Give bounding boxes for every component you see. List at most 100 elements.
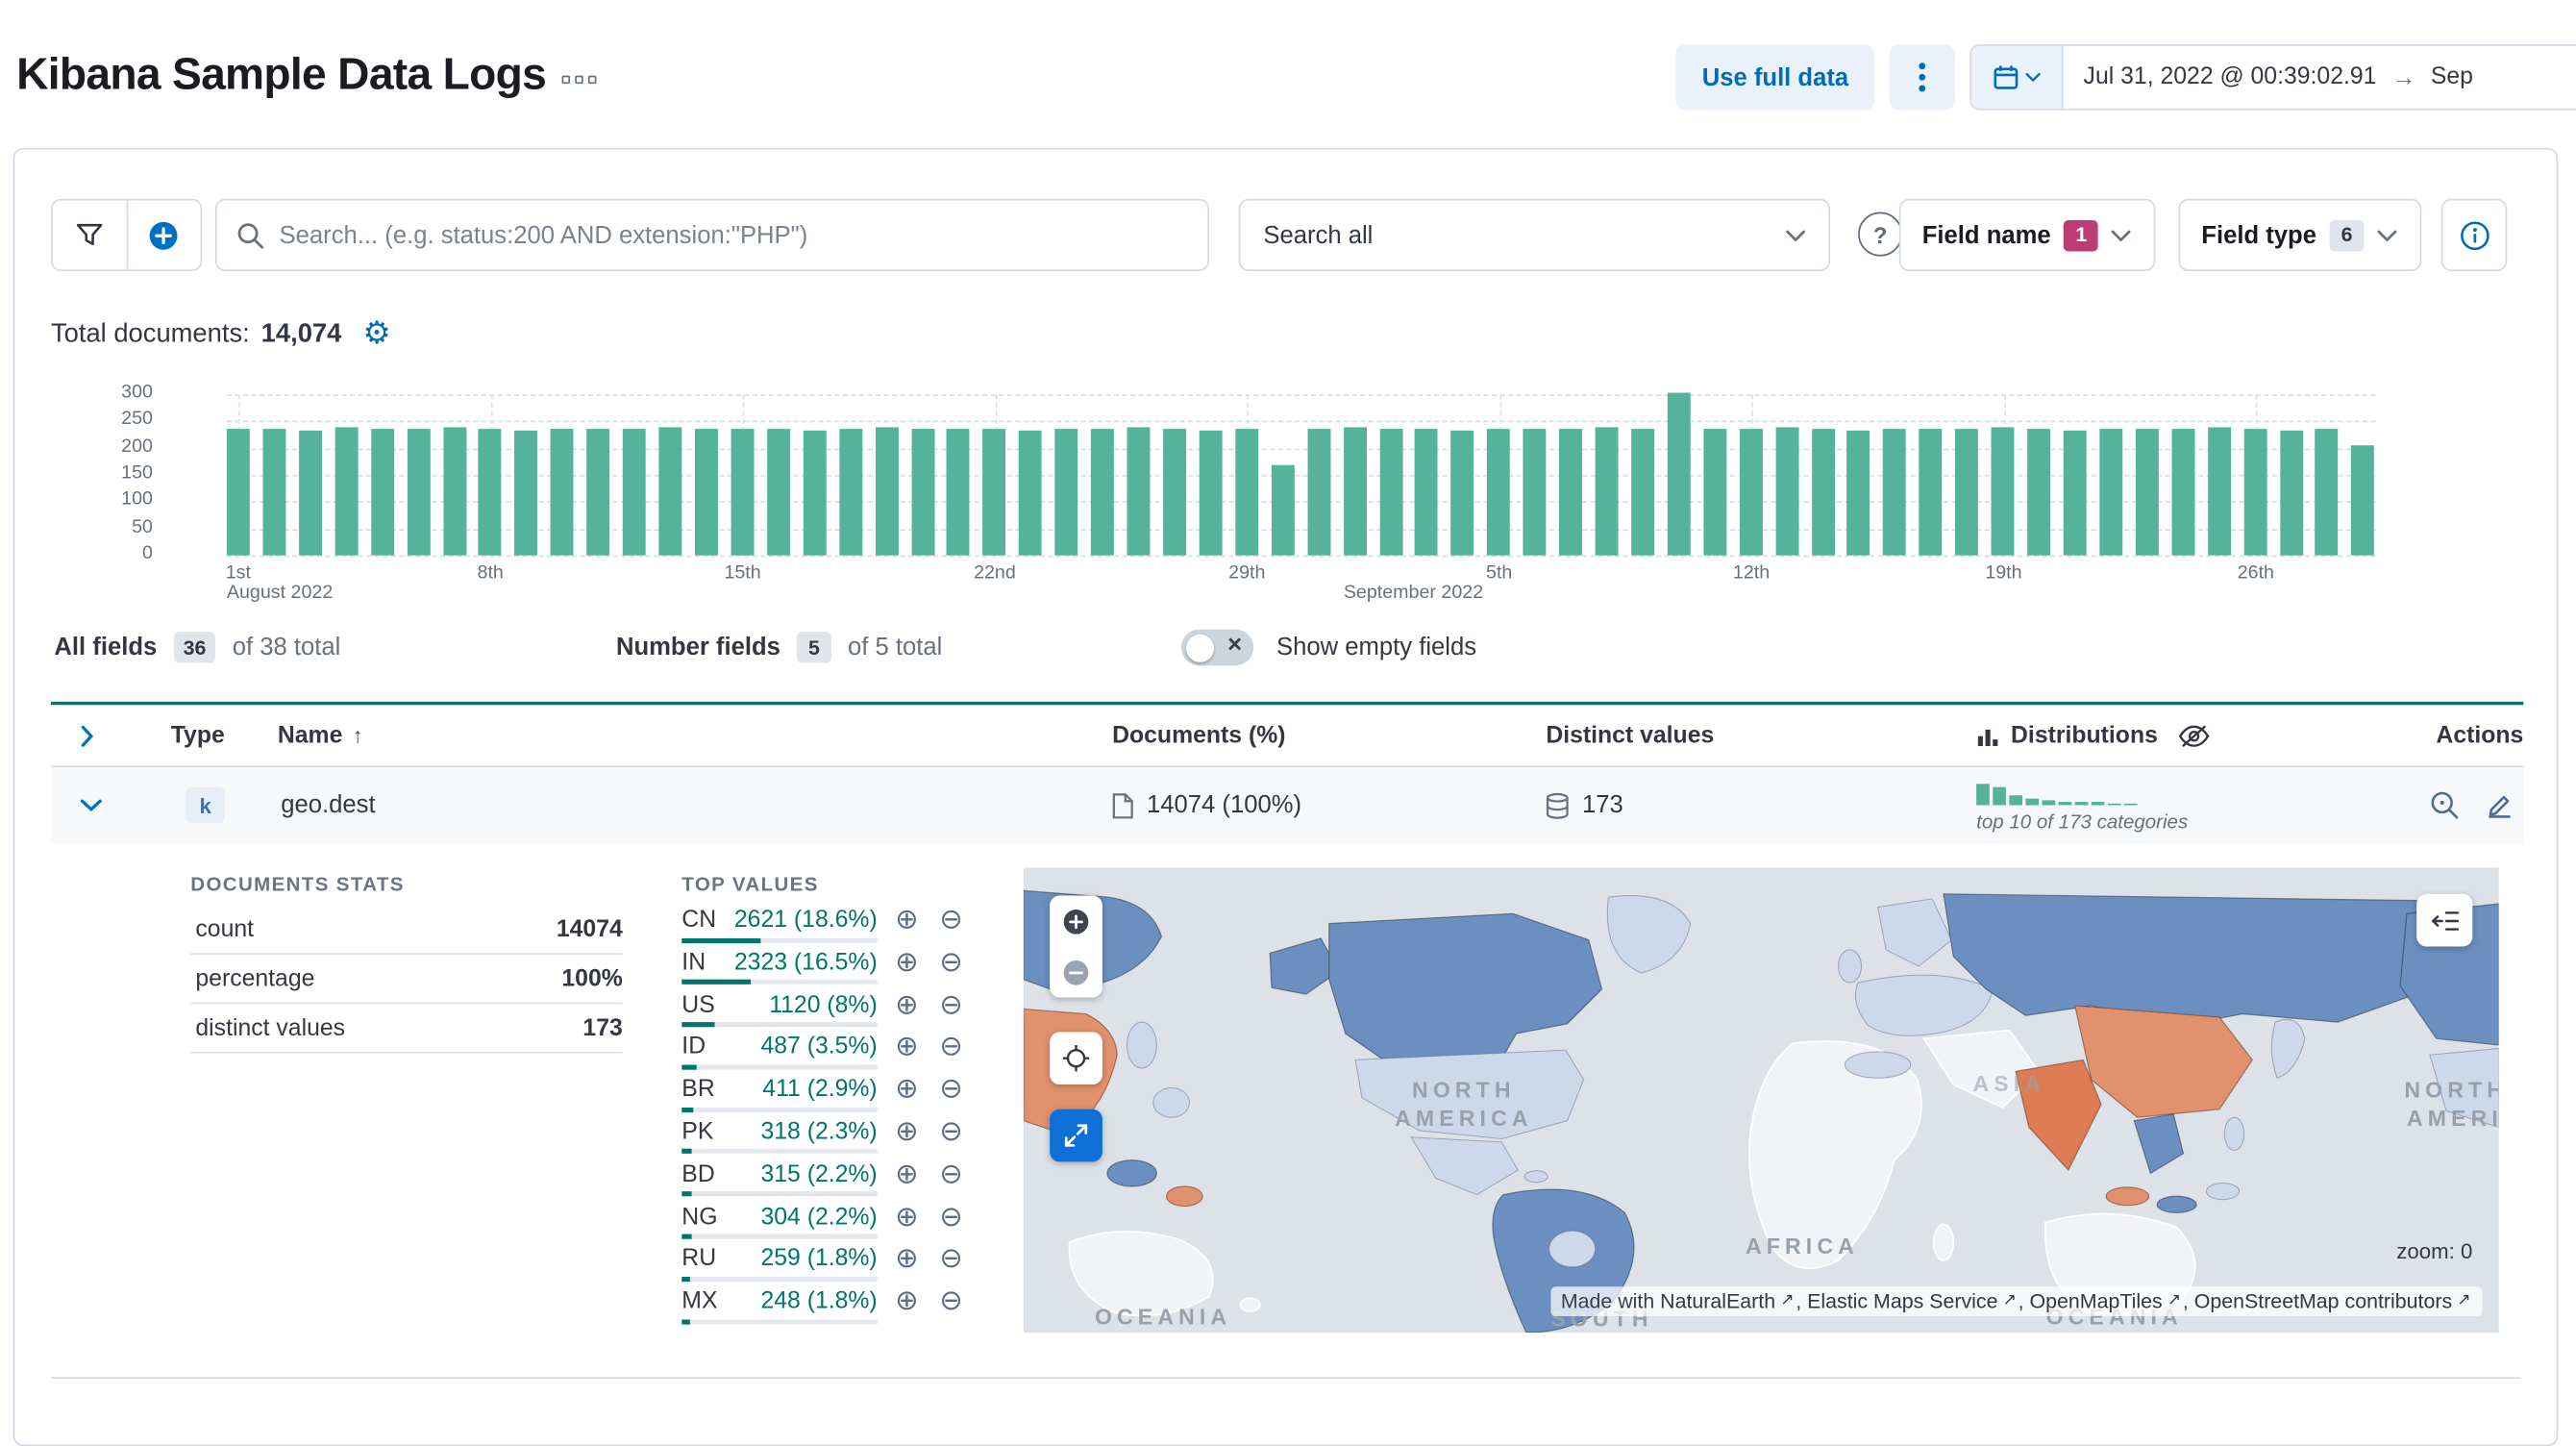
keyword-type-token: k [186,786,226,824]
stat-label: percentage [195,965,315,992]
distinct-values-value: 173 [1581,790,1623,820]
filter-controls [50,198,203,272]
toggle-distributions-visibility-button[interactable] [2178,723,2210,748]
chart-settings-gear-icon[interactable]: ⚙ [363,319,391,350]
show-empty-fields-label: Show empty fields [1276,633,1477,661]
add-filter-button[interactable] [127,200,201,270]
map-label-africa: AFRICA [1746,1234,1859,1259]
date-quick-select-button[interactable] [1971,45,2065,109]
top-value-bar-fill [681,1234,691,1239]
top-value-bar-fill [681,1022,716,1028]
stat-label: distinct values [195,1014,346,1041]
filter-out-value-button[interactable]: ⊖ [936,1286,966,1317]
filter-out-value-button[interactable]: ⊖ [936,1032,966,1062]
filter-for-value-button[interactable]: ⊕ [892,947,922,978]
table-header-row: Type Name ↑ Documents (%) Distinct value… [50,705,2523,768]
field-type-filter-button[interactable]: Field type 6 [2178,198,2422,272]
top-value-code: RU [681,1246,717,1273]
map-zoom-level: zoom: 0 [2396,1238,2473,1264]
top-value-bar-fill [681,1149,692,1155]
map-label-north-america: AMERICA [1395,1106,1533,1131]
more-options-button[interactable] [1889,44,1956,111]
distributions-column-label: Distributions [2011,722,2158,749]
date-picker[interactable]: Jul 31, 2022 @ 00:39:02.91 → Sep [1969,44,2576,111]
calendar-icon [1994,65,2019,89]
map-zoom-in-button[interactable] [1050,896,1102,947]
map-attribution-link[interactable]: OpenStreetMap contributors ↗ [2194,1290,2473,1313]
top-value-bar [681,980,878,985]
stat-value: 173 [582,1014,623,1041]
top-value-count: 318 (2.3%) [760,1118,878,1146]
date-range-arrow: → [2390,62,2416,91]
filter-out-value-button[interactable]: ⊖ [936,1244,966,1274]
filter-for-value-button[interactable]: ⊕ [892,1244,922,1274]
top-value-bar [681,1022,878,1028]
mini-bar [1993,786,2006,806]
map-label-oceania: OCEANIA [1095,1305,1231,1330]
filter-out-value-button[interactable]: ⊖ [936,905,966,935]
filter-out-value-button[interactable]: ⊖ [936,1159,966,1189]
use-full-data-button[interactable]: Use full data [1675,44,1875,111]
filter-out-value-button[interactable]: ⊖ [936,947,966,978]
map-attribution-link[interactable]: Elastic Maps Service ↗ [1807,1290,2018,1313]
field-name-filter-button[interactable]: Field name 1 [1898,198,2156,272]
filter-for-value-button[interactable]: ⊕ [892,989,922,1020]
map-legend-toggle-button[interactable] [2416,893,2473,947]
filter-for-value-button[interactable]: ⊕ [892,905,922,935]
top-value-bar [681,1234,878,1239]
legend-collapse-icon [2430,910,2459,930]
map-fullscreen-button[interactable] [1050,1109,1102,1162]
filter-for-value-button[interactable]: ⊕ [892,1202,922,1232]
top-value-line: MX 248 (1.8%) [681,1287,877,1317]
stat-label: count [195,915,255,943]
filter-out-value-button[interactable]: ⊖ [936,1074,966,1105]
zoom-in-icon [1063,909,1089,934]
top-value-line: RU 259 (1.8%) [681,1244,877,1274]
field-row-geo-dest[interactable]: k geo.dest 14074 (100%) 173 top 10 of 17… [50,767,2524,843]
number-fields-label: Number fields [615,633,780,661]
help-button[interactable]: ? [1858,212,1903,257]
context-menu-icon[interactable] [562,75,598,85]
edit-field-button[interactable] [2486,791,2514,819]
filter-button[interactable] [52,200,128,270]
map-fit-to-data-button[interactable] [1050,1032,1102,1085]
top-value-count: 2621 (18.6%) [733,907,878,934]
world-map: NORTH AMERICA NORTH AMERICA AFRICA OCEAN… [1023,867,2499,1334]
top-value-line: IN 2323 (16.5%) [681,948,877,978]
filter-for-value-button[interactable]: ⊕ [892,1286,922,1317]
filter-for-value-button[interactable]: ⊕ [892,1074,922,1105]
show-empty-fields-toggle[interactable]: × [1180,629,1254,666]
filter-for-value-button[interactable]: ⊕ [892,1032,922,1062]
documents-column-header: Documents (%) [1112,722,1286,749]
documents-cell: 14074 (100%) [1112,791,1301,819]
expand-all-button[interactable] [81,724,94,746]
top-value-code: ID [681,1034,706,1061]
section-divider [50,1377,2520,1380]
filter-for-value-button[interactable]: ⊕ [892,1116,922,1147]
info-button[interactable] [2440,198,2508,272]
top-value-count: 411 (2.9%) [762,1076,878,1104]
top-value-count: 259 (1.8%) [760,1246,878,1273]
filter-for-value-button[interactable]: ⊕ [892,1159,922,1189]
map-label-asia: ASIA [1973,1071,2046,1096]
map-zoom-out-button[interactable] [1050,946,1102,997]
filter-out-value-button[interactable]: ⊖ [936,1116,966,1147]
stat-row: count 14074 [190,906,623,956]
search-scope-select[interactable]: Search all [1238,198,1831,272]
choropleth-map[interactable]: NORTH AMERICA NORTH AMERICA AFRICA OCEAN… [1023,867,2499,1334]
info-icon [2460,220,2489,250]
map-attribution-link[interactable]: OpenMapTiles ↗ [2030,1290,2183,1313]
top-value-bar [681,1064,878,1070]
date-range-end[interactable]: Sep [2431,64,2473,90]
total-documents: Total documents: 14,074 ⚙ [51,319,391,350]
name-column-header[interactable]: Name ↑ [278,722,363,748]
explore-in-discover-button[interactable] [2430,790,2460,820]
collapse-row-button[interactable] [80,799,102,812]
top-value-line: CN 2621 (18.6%) [681,906,877,935]
filter-out-value-button[interactable]: ⊖ [936,989,966,1020]
date-range-start[interactable]: Jul 31, 2022 @ 00:39:02.91 [2084,64,2377,90]
search-input[interactable] [279,220,1188,249]
map-attribution-link[interactable]: NaturalEarth ↗ [1660,1290,1796,1313]
distributions-column-header: Distributions [1976,722,2158,749]
filter-out-value-button[interactable]: ⊖ [936,1202,966,1232]
